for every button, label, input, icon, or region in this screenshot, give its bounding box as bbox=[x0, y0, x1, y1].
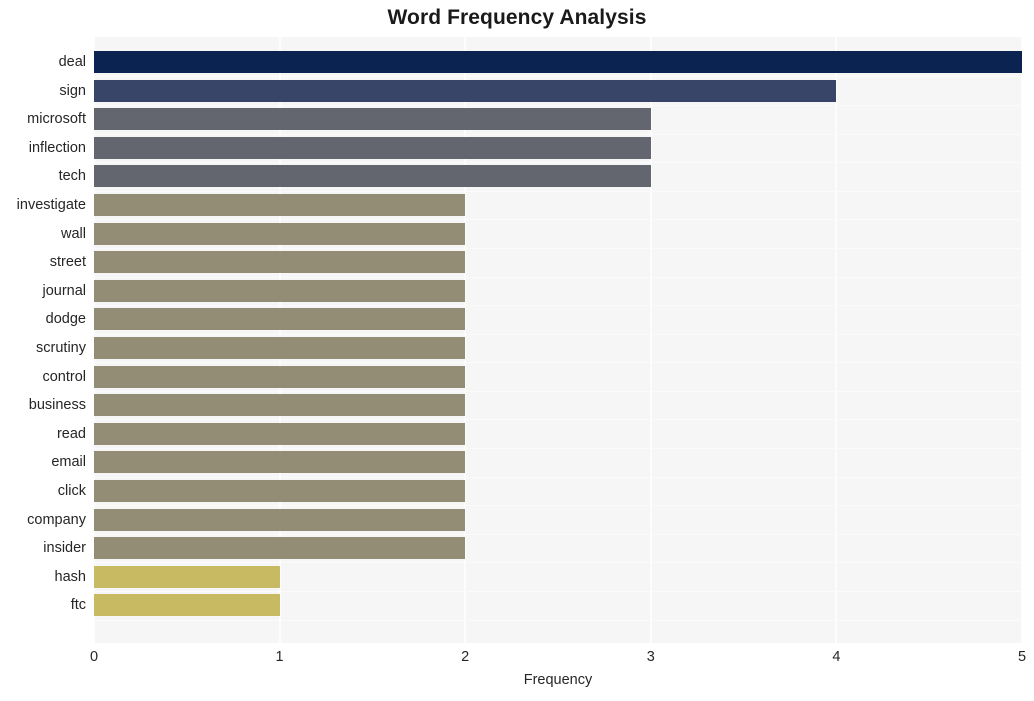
bar[interactable] bbox=[94, 594, 280, 617]
y-axis-tick-label: hash bbox=[54, 568, 86, 585]
y-axis-tick-label: street bbox=[49, 254, 86, 271]
bar[interactable] bbox=[94, 508, 466, 531]
bar[interactable] bbox=[94, 479, 466, 502]
x-axis-tick-label: 1 bbox=[275, 649, 284, 665]
y-axis-tick-label: sign bbox=[59, 82, 86, 99]
gridline-horizontal bbox=[94, 362, 1022, 363]
gridline-horizontal bbox=[94, 76, 1022, 77]
x-axis-label: Frequency bbox=[523, 672, 593, 688]
y-axis-tick-label: wall bbox=[61, 225, 86, 242]
bar[interactable] bbox=[94, 365, 466, 388]
gridline-horizontal bbox=[94, 448, 1022, 449]
y-axis-tick-label: inflection bbox=[28, 139, 86, 156]
gridline-horizontal bbox=[94, 391, 1022, 392]
gridline-horizontal bbox=[94, 591, 1022, 592]
bar[interactable] bbox=[94, 279, 466, 302]
bar[interactable] bbox=[94, 565, 280, 588]
gridline-horizontal bbox=[94, 248, 1022, 249]
bar[interactable] bbox=[94, 251, 466, 274]
gridline-horizontal bbox=[94, 620, 1022, 621]
y-axis-tick-label: control bbox=[42, 368, 86, 385]
gridline-horizontal bbox=[94, 477, 1022, 478]
y-axis-tick-label: investigate bbox=[16, 197, 86, 214]
gridline-horizontal bbox=[94, 162, 1022, 163]
gridline-horizontal bbox=[94, 105, 1022, 106]
plot-area bbox=[94, 37, 1022, 643]
x-axis-tick-labels: 0 1 2 3 4 5 bbox=[0, 647, 1034, 669]
bar[interactable] bbox=[94, 337, 466, 359]
gridline-horizontal bbox=[94, 305, 1022, 306]
word-frequency-bar-chart: Word Frequency Analysis deal sign microsof… bbox=[0, 0, 1034, 701]
y-axis-tick-label: read bbox=[56, 425, 86, 442]
y-axis-tick-label: business bbox=[28, 397, 86, 414]
bar[interactable] bbox=[94, 165, 651, 188]
gridline-horizontal bbox=[94, 534, 1022, 535]
bar[interactable] bbox=[94, 394, 466, 417]
y-axis-tick-label: click bbox=[57, 482, 86, 499]
y-axis-tick-label: email bbox=[51, 454, 86, 471]
gridline-vertical bbox=[835, 37, 838, 643]
gridline-vertical bbox=[1021, 37, 1022, 643]
y-axis-tick-label: microsoft bbox=[27, 111, 86, 128]
gridline-horizontal bbox=[94, 419, 1022, 420]
y-axis-tick-labels: deal sign microsoft inflection tech investiga… bbox=[0, 37, 86, 643]
gridline-horizontal bbox=[94, 191, 1022, 192]
gridline-horizontal bbox=[94, 219, 1022, 220]
gridline-horizontal bbox=[94, 562, 1022, 563]
y-axis-tick-label: dodge bbox=[45, 311, 86, 328]
gridline-horizontal bbox=[94, 505, 1022, 506]
bar[interactable] bbox=[94, 194, 466, 217]
y-axis-tick-label: insider bbox=[43, 540, 86, 557]
y-axis-tick-label: deal bbox=[58, 54, 86, 71]
bar[interactable] bbox=[94, 136, 651, 159]
bar[interactable] bbox=[94, 222, 466, 245]
x-axis-tick-label: 2 bbox=[461, 649, 470, 665]
x-axis-tick-label: 4 bbox=[832, 649, 841, 665]
chart-title: Word Frequency Analysis bbox=[387, 6, 647, 29]
y-axis-tick-label: scrutiny bbox=[36, 340, 86, 356]
bar[interactable] bbox=[94, 422, 466, 445]
y-axis-tick-label: ftc bbox=[70, 597, 86, 614]
gridline-horizontal bbox=[94, 134, 1022, 135]
bar[interactable] bbox=[94, 537, 466, 560]
x-axis-tick-label: 3 bbox=[646, 649, 655, 665]
y-axis-tick-label: journal bbox=[42, 282, 86, 299]
bar[interactable] bbox=[94, 451, 466, 474]
y-axis-tick-label: company bbox=[27, 511, 86, 528]
gridline-horizontal bbox=[94, 277, 1022, 278]
x-axis-tick-label: 0 bbox=[89, 649, 99, 665]
bar[interactable] bbox=[94, 108, 651, 131]
bar[interactable] bbox=[94, 308, 466, 331]
gridline-horizontal bbox=[94, 334, 1022, 335]
bar[interactable] bbox=[94, 51, 1022, 74]
y-axis-tick-label: tech bbox=[58, 168, 86, 185]
x-axis-tick-label: 5 bbox=[1017, 649, 1027, 665]
bar[interactable] bbox=[94, 79, 837, 102]
